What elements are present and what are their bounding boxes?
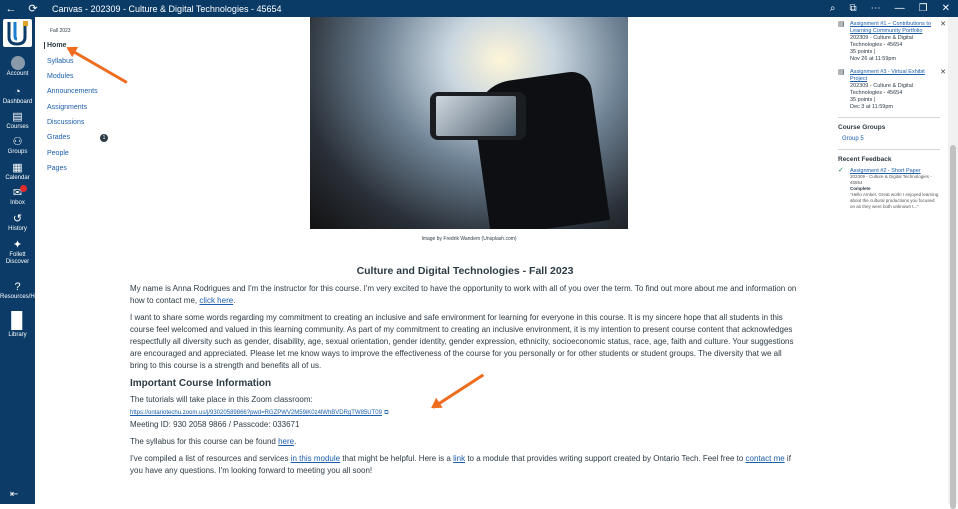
recent-feedback-heading: Recent Feedback: [838, 156, 892, 163]
global-nav-library[interactable]: ▉ Library: [0, 313, 35, 339]
image-caption: Image by Fredrik Wandem (Unsplash.com): [421, 236, 517, 242]
global-nav-history[interactable]: ↺ History: [0, 213, 35, 233]
courses-icon: ▤: [12, 111, 23, 123]
main-content: Culture and Digital Technologies - Fall …: [130, 265, 800, 482]
history-icon: ↺: [12, 213, 23, 225]
global-nav-account[interactable]: Account: [0, 56, 35, 78]
divider: [838, 117, 940, 118]
intro-paragraph: My name is Anna Rodrigues and I'm the in…: [130, 284, 797, 305]
external-link-icon: ⧉: [384, 410, 389, 416]
institution-logo[interactable]: [3, 19, 32, 47]
group-link[interactable]: Group 5: [842, 136, 940, 143]
global-nav-courses[interactable]: ▤ Courses: [0, 111, 35, 131]
todo-item: ▤ ✕ Assignment #3 - Virtual Exhibit Proj…: [838, 69, 946, 110]
course-nav-people[interactable]: People: [47, 150, 69, 157]
contact-info-link[interactable]: click here: [199, 296, 233, 305]
window-title: Canvas - 202309 - Culture & Digital Tech…: [52, 3, 282, 14]
feedback-item: ✓ Assignment #2 - Short Paper 202309 - C…: [838, 167, 939, 209]
more-options-icon[interactable]: ⋯: [871, 3, 881, 14]
right-sidebar: ▤ ✕ Assignment #1 – Contributions to Lea…: [838, 17, 946, 210]
global-nav-groups[interactable]: ⚇ Groups: [0, 136, 35, 156]
collapse-nav-icon[interactable]: ⇤: [10, 489, 18, 500]
divider: [838, 149, 940, 150]
todo-assignment-link[interactable]: Assignment #3 - Virtual Exhibit Project: [850, 69, 940, 83]
global-nav-follett-discover[interactable]: ✦ Follett Discover: [0, 239, 35, 266]
global-nav-dashboard[interactable]: ◔ Dashboard: [0, 86, 35, 106]
course-nav-discussions[interactable]: Discussions: [47, 119, 84, 126]
inbox-icon: ✉: [12, 187, 23, 199]
page-scrollbar[interactable]: [948, 17, 958, 509]
hero-image: [310, 17, 628, 229]
restore-icon[interactable]: ❐: [919, 3, 928, 14]
course-nav-home[interactable]: Home: [44, 42, 66, 49]
help-icon: ?: [14, 281, 21, 293]
contact-me-link[interactable]: contact me: [746, 454, 785, 463]
assignment-icon: ▤: [838, 69, 845, 76]
course-nav-pages[interactable]: Pages: [47, 165, 67, 172]
course-nav-syllabus[interactable]: Syllabus: [47, 58, 73, 65]
global-nav-calendar[interactable]: ▦ Calendar: [0, 162, 35, 182]
checkmark-icon: ✓: [838, 167, 844, 174]
calendar-icon: ▦: [12, 162, 23, 174]
open-in-browser-icon[interactable]: ⧉: [850, 3, 857, 14]
resources-paragraph: I've compiled a list of resources and se…: [130, 454, 791, 475]
avatar: [10, 56, 25, 70]
follett-icon: ✦: [12, 239, 23, 251]
scrollbar-thumb[interactable]: [950, 145, 956, 509]
course-nav-grades[interactable]: Grades: [47, 134, 70, 141]
course-nav-assignments[interactable]: Assignments: [47, 104, 87, 111]
syllabus-paragraph: The syllabus for this course can be foun…: [130, 437, 297, 446]
todo-assignment-link[interactable]: Assignment #1 – Contributions to Learnin…: [850, 21, 940, 35]
dismiss-icon[interactable]: ✕: [940, 21, 946, 28]
refresh-icon[interactable]: ⟳: [22, 2, 44, 15]
syllabus-link[interactable]: here: [278, 437, 294, 446]
phone-screen: [436, 96, 516, 136]
global-nav-resources-help[interactable]: ? Resources/Help: [0, 281, 43, 301]
assignment-icon: ▤: [838, 21, 845, 28]
resources-module-link[interactable]: in this module: [291, 454, 340, 463]
global-navigation: Account ◔ Dashboard ▤ Courses ⚇ Groups ▦…: [0, 17, 43, 504]
inclusion-paragraph: I want to share some words regarding my …: [130, 313, 794, 370]
global-nav-inbox[interactable]: ✉ Inbox: [0, 185, 35, 207]
window-titlebar: ← ⟳ Canvas - 202309 - Culture & Digital …: [0, 0, 958, 17]
close-icon[interactable]: ✕: [942, 3, 950, 14]
course-nav-modules[interactable]: Modules: [47, 73, 73, 80]
page-title: Culture and Digital Technologies - Fall …: [356, 265, 574, 277]
dashboard-icon: ◔: [14, 86, 21, 98]
dismiss-icon[interactable]: ✕: [940, 69, 946, 76]
writing-support-link[interactable]: link: [453, 454, 465, 463]
course-groups-heading: Course Groups: [838, 124, 886, 131]
back-arrow-icon[interactable]: ←: [0, 3, 22, 15]
library-icon: ▉: [11, 313, 24, 330]
todo-item: ▤ ✕ Assignment #1 – Contributions to Lea…: [838, 21, 946, 62]
annotation-arrow-home: [67, 47, 128, 84]
course-nav-announcements[interactable]: Announcements: [47, 88, 98, 95]
search-icon[interactable]: ⌕: [830, 3, 836, 14]
meeting-id: Meeting ID: 930 2058 9866 / Passcode: 03…: [130, 420, 300, 429]
grades-count-badge: 1: [100, 134, 108, 142]
minimize-icon[interactable]: —: [895, 3, 905, 14]
zoom-paragraph: The tutorials will take place in this Zo…: [130, 395, 389, 429]
course-term: Fall 2023: [50, 28, 71, 34]
course-nav-grades-label: Grades: [47, 134, 70, 141]
groups-icon: ⚇: [12, 136, 23, 148]
zoom-link[interactable]: https://ontariotechu.zoom.us/j/930205898…: [130, 410, 382, 416]
inbox-unread-badge: [20, 185, 27, 192]
